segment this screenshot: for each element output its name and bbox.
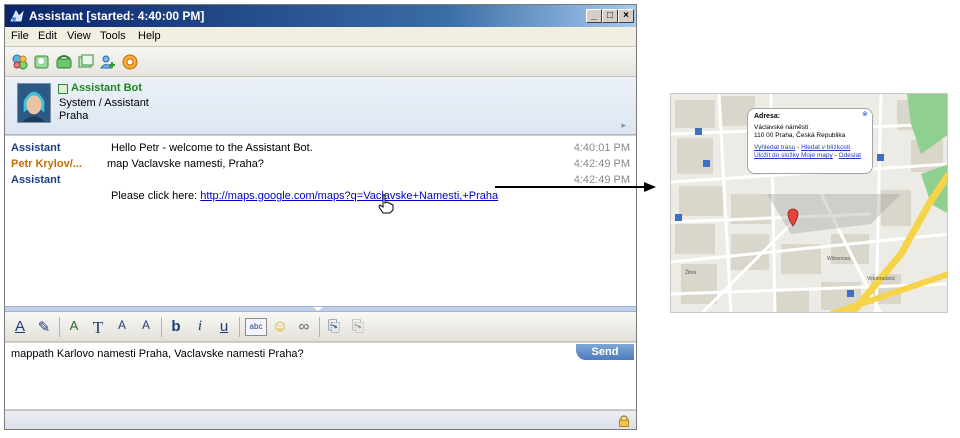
menu-view[interactable]: View	[67, 30, 91, 42]
smiley-icon[interactable]: ☺	[271, 318, 289, 336]
contact-name: Assistant Bot	[71, 82, 142, 94]
cards-icon[interactable]	[77, 53, 95, 71]
contact-header: Assistant Bot System / Assistant Praha ▸	[5, 77, 636, 135]
font-icon[interactable]: A	[65, 318, 83, 336]
title-bar[interactable]: Assistant [started: 4:40:00 PM] _ □ ×	[5, 5, 636, 27]
underline-icon[interactable]: u	[215, 318, 233, 336]
message-time: 4:42:49 PM	[573, 174, 630, 186]
status-bar	[5, 410, 636, 429]
message-sender: Assistant	[11, 174, 61, 186]
message-time: 4:42:49 PM	[573, 158, 630, 170]
link-icon[interactable]: ∞	[295, 318, 313, 336]
popup-links-row: Uložit do složky Moje mapy - Odeslat	[754, 152, 866, 160]
close-button[interactable]: ×	[618, 9, 634, 23]
add-user-icon[interactable]	[99, 53, 117, 71]
font-shrink-icon[interactable]: A	[137, 318, 155, 336]
bold-icon[interactable]: b	[167, 318, 185, 336]
menu-help[interactable]: Help	[138, 30, 161, 42]
street-label: Žitná	[685, 270, 697, 276]
street-label: Wilsonova	[827, 256, 851, 262]
format-toolbar: A ✎ A T A A b i u abc ☺ ∞ ⎘ ⎘	[5, 312, 636, 342]
expand-arrow-icon[interactable]: ▸	[621, 120, 626, 131]
menu-edit[interactable]: Edit	[38, 30, 57, 42]
menu-file[interactable]: File	[11, 30, 29, 42]
message-text: Hello Petr - welcome to the Assistant Bo…	[111, 142, 313, 154]
menu-bar: File Edit View Tools Help	[5, 27, 636, 47]
message-sender: Assistant	[11, 142, 61, 154]
font-grow-icon[interactable]: A	[113, 318, 131, 336]
menu-tools[interactable]: Tools	[100, 30, 126, 42]
message-input-text: mappath Karlovo namesti Praha, Vaclavske…	[11, 348, 304, 360]
online-status-icon	[58, 84, 68, 94]
street-label: Vinohradská	[867, 276, 895, 282]
arrow-head-icon	[644, 182, 656, 192]
message-text: map Vaclavske namesti, Praha?	[107, 158, 264, 170]
spellcheck-icon[interactable]: abc	[245, 318, 267, 336]
buddies-icon[interactable]	[11, 53, 29, 71]
conversation-log[interactable]: Assistant Hello Petr - welcome to the As…	[5, 136, 636, 306]
text-color-icon[interactable]: A	[11, 318, 29, 336]
font-type-icon[interactable]: T	[89, 318, 107, 337]
message-input[interactable]: mappath Karlovo namesti Praha, Vaclavske…	[5, 343, 636, 409]
mail-icon[interactable]	[121, 53, 139, 71]
toolbar-divider	[59, 317, 60, 337]
contact-subtitle: System / Assistant	[59, 97, 149, 109]
minimize-button[interactable]: _	[586, 9, 602, 23]
message-sender: Petr Krylov/...	[11, 158, 82, 170]
contact-city: Praha	[59, 110, 89, 122]
send-link[interactable]: Odeslat	[839, 152, 861, 159]
avatar	[17, 83, 51, 123]
toolbar-divider	[161, 317, 162, 337]
maps-link[interactable]: http://maps.google.com/maps?q=Vaclavske+…	[200, 190, 498, 202]
contacts-icon[interactable]	[33, 53, 51, 71]
link-prefix: Please click here:	[111, 190, 201, 202]
highlight-icon[interactable]: ✎	[35, 318, 53, 336]
maximize-button[interactable]: □	[602, 9, 618, 23]
map-view[interactable]: Wilsonova Vinohradská Žitná ⊗ Adresa: Vá…	[670, 93, 948, 313]
pointer-arrow-line	[495, 186, 645, 188]
popup-address-line: 110 00 Praha, Česká Republika	[754, 132, 846, 139]
hand-cursor-icon	[378, 194, 394, 214]
chat-window: Assistant [started: 4:40:00 PM] _ □ × Fi…	[4, 4, 637, 430]
toolbar-divider	[239, 317, 240, 337]
save-to-my-maps-link[interactable]: Uložit do složky Moje mapy	[754, 152, 833, 159]
close-icon[interactable]: ⊗	[862, 111, 868, 119]
popup-address-line: Václavské náměstí	[754, 124, 809, 131]
italic-icon[interactable]: i	[191, 318, 209, 336]
phone-icon[interactable]	[55, 53, 73, 71]
main-toolbar	[5, 47, 636, 77]
attach-icon[interactable]: ⎘	[349, 318, 367, 336]
send-button[interactable]: Send	[576, 344, 634, 360]
popup-links-row: Vyhledat trasu - Hledat v blízkosti	[754, 144, 866, 152]
link-message: Please click here: http://maps.google.co…	[111, 190, 498, 202]
insert-icon[interactable]: ⎘	[325, 318, 343, 336]
map-info-popup: ⊗ Adresa: Václavské náměstí 110 00 Praha…	[747, 108, 873, 174]
popup-title: Adresa:	[754, 113, 781, 120]
toolbar-divider	[319, 317, 320, 337]
lock-icon	[619, 415, 629, 427]
directions-link[interactable]: Vyhledat trasu	[754, 144, 795, 151]
assistant-app-icon	[10, 10, 24, 22]
search-nearby-link[interactable]: Hledat v blízkosti	[801, 144, 850, 151]
window-title: Assistant [started: 4:40:00 PM]	[29, 9, 205, 23]
splitter-grip-icon	[313, 307, 323, 311]
message-time: 4:40:01 PM	[573, 142, 630, 154]
